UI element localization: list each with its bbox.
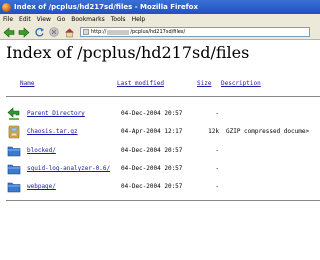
forward-arrow-icon (18, 26, 30, 38)
file-date: 04-Apr-2004 12:17 (121, 128, 183, 135)
header-divider (6, 96, 320, 97)
file-size: - (215, 147, 219, 154)
listing-row: Chaosis.tar.gz 04-Apr-2004 12:17 12k GZI… (0, 124, 320, 140)
back-arrow-icon (3, 26, 15, 38)
file-description: GZIP compressed docume> (226, 128, 310, 135)
address-bar[interactable]: http:// /pcplus/hd217sd/files/ (80, 27, 310, 37)
page-content: Index of /pcplus/hd217sd/files Name Last… (0, 40, 320, 260)
address-prefix: http:// (91, 29, 107, 35)
window-title: Index of /pcplus/hd217sd/files - Mozilla… (14, 3, 199, 11)
footer-divider (6, 200, 320, 201)
stop-button[interactable] (47, 26, 61, 38)
window-title-bar: Index of /pcplus/hd217sd/files - Mozilla… (0, 0, 320, 14)
column-header-size[interactable]: Size (197, 80, 211, 87)
page-favicon-icon (83, 29, 89, 35)
menu-help[interactable]: Help (132, 16, 146, 23)
menu-tools[interactable]: Tools (111, 16, 126, 23)
listing-row: webpage/ 04-Dec-2004 20:57 - (0, 179, 320, 195)
file-date: 04-Dec-2004 20:57 (121, 165, 183, 172)
menu-file[interactable]: File (3, 16, 13, 23)
stop-icon (49, 27, 59, 37)
file-size: 12k (208, 128, 219, 135)
file-size: - (215, 110, 219, 117)
file-size: - (215, 165, 219, 172)
column-header-description[interactable]: Description (221, 80, 261, 87)
file-date: 04-Dec-2004 20:57 (121, 147, 183, 154)
menu-go[interactable]: Go (57, 16, 65, 23)
file-date: 04-Dec-2004 20:57 (121, 110, 183, 117)
home-button[interactable] (62, 26, 76, 38)
file-link[interactable]: Chaosis.tar.gz (27, 128, 78, 135)
navigation-toolbar: http:// /pcplus/hd217sd/files/ (0, 25, 320, 40)
file-link[interactable]: Parent Directory (27, 110, 85, 117)
parent-directory-icon (7, 107, 20, 120)
menu-bookmarks[interactable]: Bookmarks (71, 16, 105, 23)
home-icon (64, 28, 74, 37)
listing-row: Parent Directory 04-Dec-2004 20:57 - (0, 106, 320, 122)
menu-view[interactable]: View (37, 16, 51, 23)
redacted-host (107, 29, 130, 35)
listing-row: blocked/ 04-Dec-2004 20:57 - (0, 143, 320, 159)
page-title: Index of /pcplus/hd217sd/files (6, 43, 250, 62)
firefox-icon (2, 2, 11, 12)
listing-row: squid-log-analyzer-0.6/ 04-Dec-2004 20:5… (0, 161, 320, 177)
file-link[interactable]: blocked/ (27, 147, 56, 154)
file-link[interactable]: squid-log-analyzer-0.6/ (27, 165, 110, 172)
column-header-last-modified[interactable]: Last modified (117, 80, 164, 87)
address-path: /pcplus/hd217sd/files/ (130, 29, 186, 35)
folder-icon (7, 182, 21, 193)
archive-file-icon (8, 125, 20, 139)
reload-icon (34, 27, 44, 36)
reload-button[interactable] (32, 26, 46, 38)
back-button[interactable] (2, 26, 16, 38)
menu-bar: File Edit View Go Bookmarks Tools Help (0, 14, 320, 25)
forward-button[interactable] (17, 26, 31, 38)
folder-icon (7, 146, 21, 157)
file-date: 04-Dec-2004 20:57 (121, 183, 183, 190)
file-link[interactable]: webpage/ (27, 183, 56, 190)
menu-edit[interactable]: Edit (19, 16, 31, 23)
folder-icon (7, 164, 21, 175)
column-header-name[interactable]: Name (20, 80, 34, 87)
file-size: - (215, 183, 219, 190)
